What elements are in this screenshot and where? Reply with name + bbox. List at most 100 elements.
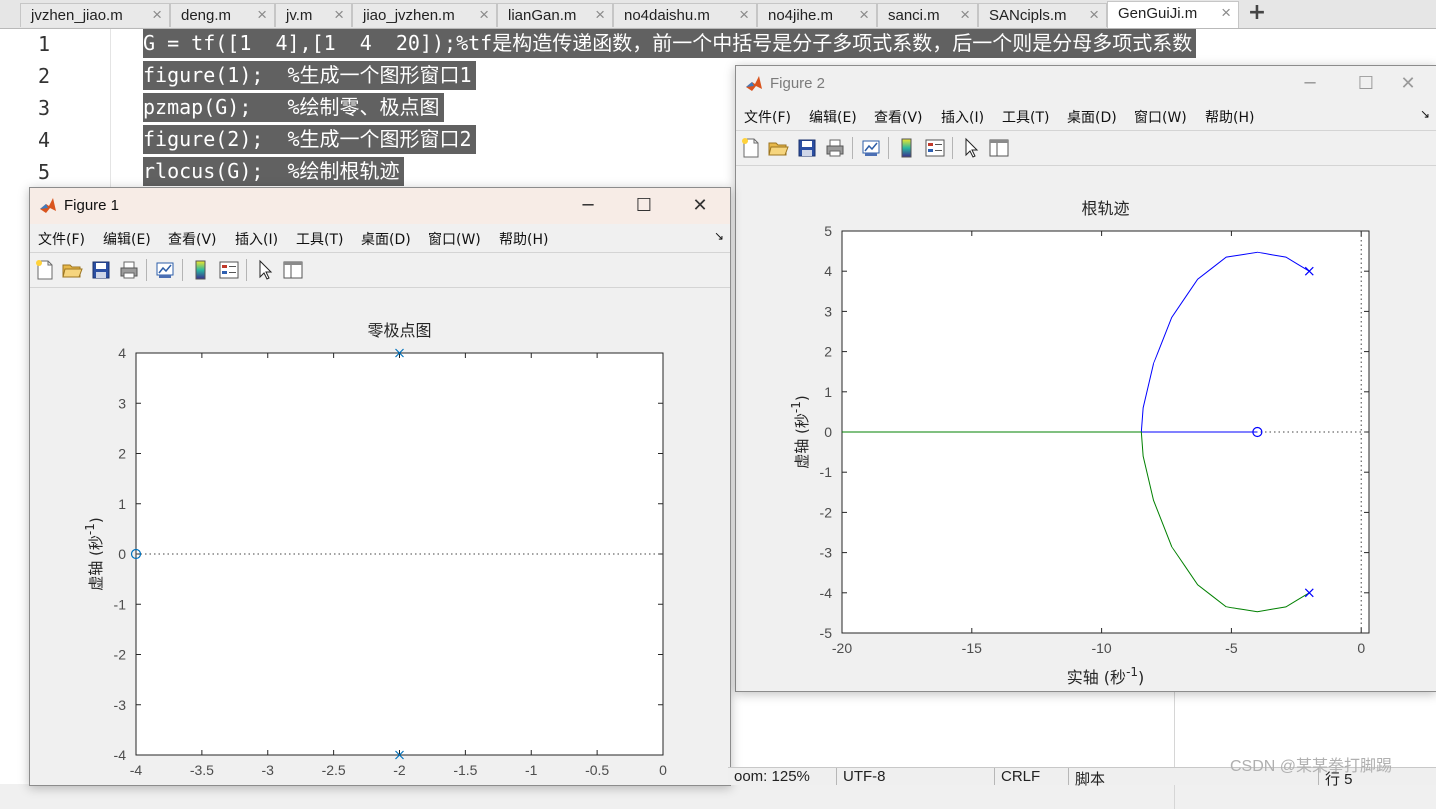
matlab-logo-icon [40, 198, 56, 213]
open-file-icon[interactable] [61, 259, 83, 281]
y-tick-label: -4 [114, 747, 127, 763]
menu-item[interactable]: 工具(T) [1002, 107, 1049, 127]
line-number: 2 [38, 64, 51, 88]
close-button[interactable]: ✕ [1386, 70, 1430, 98]
link-plot-icon[interactable] [154, 259, 176, 281]
line-ending[interactable]: CRLF [994, 768, 1040, 785]
menu-item[interactable]: 文件(F) [744, 107, 791, 127]
save-icon[interactable] [796, 137, 818, 159]
code-line[interactable]: pzmap(G); %绘制零、极点图 [143, 93, 444, 122]
close-tab-icon[interactable]: × [960, 5, 970, 25]
print-icon[interactable] [824, 137, 846, 159]
menu-item[interactable]: 工具(T) [296, 229, 343, 249]
menu-item[interactable]: 窗口(W) [1134, 107, 1187, 127]
encoding[interactable]: UTF-8 [836, 768, 886, 785]
y-tick-label: 0 [118, 546, 126, 562]
plot-axes-box [135, 352, 664, 756]
tab-label: sanci.m [888, 7, 940, 24]
editor-tab[interactable]: GenGuiJi.m × [1107, 1, 1239, 28]
new-figure-icon[interactable] [34, 259, 56, 281]
open-file-icon[interactable] [767, 137, 789, 159]
figure-2-titlebar[interactable]: Figure 2 ─ ☐ ✕ [736, 66, 1436, 102]
y-tick-label: 0 [824, 424, 832, 440]
tab-label: lianGan.m [508, 7, 577, 24]
menu-item[interactable]: 文件(F) [38, 229, 85, 249]
menu-item[interactable]: 查看(V) [874, 107, 923, 127]
editor-tab[interactable]: jv.m × [275, 3, 352, 27]
print-icon[interactable] [118, 259, 140, 281]
plot-title: 零极点图 [367, 321, 431, 340]
minimize-button[interactable]: ─ [1288, 70, 1332, 98]
plot-title: 根轨迹 [1081, 199, 1129, 218]
editor-tab[interactable]: jiao_jvzhen.m × [352, 3, 497, 27]
add-tab-button[interactable]: + [1242, 2, 1272, 26]
y-axis-label-tail: ) [793, 395, 811, 401]
close-button[interactable]: ✕ [678, 192, 722, 220]
menu-item[interactable]: 桌面(D) [361, 229, 411, 249]
pointer-icon[interactable] [960, 137, 982, 159]
menu-item[interactable]: 帮助(H) [499, 229, 548, 249]
colorbar-icon[interactable] [896, 137, 918, 159]
legend-icon[interactable] [924, 137, 946, 159]
line-number: 3 [38, 96, 51, 120]
editor-tab[interactable]: lianGan.m × [497, 3, 613, 27]
maximize-button[interactable]: ☐ [1344, 70, 1388, 98]
menu-item[interactable]: 桌面(D) [1067, 107, 1117, 127]
code-line[interactable]: figure(1); %生成一个图形窗口1 [143, 61, 476, 90]
menu-item[interactable]: 窗口(W) [428, 229, 481, 249]
menu-overflow-icon[interactable]: ↘ [714, 229, 724, 243]
link-plot-icon[interactable] [860, 137, 882, 159]
figure-1-menubar: 文件(F) 编辑(E) 查看(V) 插入(I) 工具(T) 桌面(D) 窗口(W) 帮助(H)… [30, 224, 730, 250]
x-axis-label-tail: ) [1138, 668, 1144, 687]
editor-tab[interactable]: sanci.m × [877, 3, 978, 27]
tab-label: SANcipls.m [989, 7, 1067, 24]
pointer-icon[interactable] [254, 259, 276, 281]
figure-1-titlebar[interactable]: Figure 1 ─ ☐ ✕ [30, 188, 730, 224]
close-tab-icon[interactable]: × [1221, 3, 1231, 23]
figure-1-window[interactable]: Figure 1 ─ ☐ ✕ 文件(F) 编辑(E) 查看(V) 插入(I) 工具(T)… [29, 187, 731, 786]
menu-item[interactable]: 查看(V) [168, 229, 217, 249]
editor-tab[interactable]: SANcipls.m × [978, 3, 1107, 27]
code-line[interactable]: figure(2); %生成一个图形窗口2 [143, 125, 476, 154]
menu-item[interactable]: 插入(I) [235, 229, 278, 249]
code-line[interactable]: rlocus(G); %绘制根轨迹 [143, 157, 404, 186]
root-locus-plot: 根轨迹-20 -15 -10 -5 0-5-4-3-2-1012345虚轴 (秒-1)实… [789, 199, 1370, 687]
line-number: 1 [38, 32, 51, 56]
menu-item[interactable]: 编辑(E) [809, 107, 857, 127]
colorbar-icon[interactable] [190, 259, 212, 281]
tab-label: jvzhen_jiao.m [31, 7, 123, 24]
tab-label: no4jihe.m [768, 7, 834, 24]
y-tick-label: -2 [114, 647, 127, 663]
close-tab-icon[interactable]: × [257, 5, 267, 25]
property-editor-icon[interactable] [282, 259, 304, 281]
editor-tab[interactable]: no4jihe.m × [757, 3, 877, 27]
minimize-button[interactable]: ─ [566, 192, 610, 220]
maximize-button[interactable]: ☐ [622, 192, 666, 220]
close-tab-icon[interactable]: × [859, 5, 869, 25]
y-axis-label: 虚轴 (秒-1) [789, 395, 811, 468]
y-tick-label: -3 [820, 545, 833, 561]
close-tab-icon[interactable]: × [479, 5, 489, 25]
figure-2-title: Figure 2 [770, 75, 826, 92]
new-figure-icon[interactable] [740, 137, 762, 159]
legend-icon[interactable] [218, 259, 240, 281]
editor-tab[interactable]: no4daishu.m × [613, 3, 757, 27]
tab-label: deng.m [181, 7, 232, 24]
menu-item[interactable]: 编辑(E) [103, 229, 151, 249]
close-tab-icon[interactable]: × [739, 5, 749, 25]
property-editor-icon[interactable] [988, 137, 1010, 159]
y-axis-label-text: 虚轴 (秒 [87, 535, 105, 591]
close-tab-icon[interactable]: × [152, 5, 162, 25]
menu-item[interactable]: 帮助(H) [1205, 107, 1254, 127]
close-tab-icon[interactable]: × [595, 5, 605, 25]
editor-tab[interactable]: jvzhen_jiao.m × [20, 3, 170, 27]
menu-item[interactable]: 插入(I) [941, 107, 984, 127]
menu-overflow-icon[interactable]: ↘ [1420, 107, 1430, 121]
figure-2-window[interactable]: Figure 2 ─ ☐ ✕ 文件(F) 编辑(E) 查看(V) 插入(I) 工具(T)… [735, 65, 1436, 692]
close-tab-icon[interactable]: × [334, 5, 344, 25]
save-icon[interactable] [90, 259, 112, 281]
editor-tab[interactable]: deng.m × [170, 3, 275, 27]
y-tick-label: 2 [118, 446, 126, 462]
close-tab-icon[interactable]: × [1089, 5, 1099, 25]
code-line[interactable]: G = tf([1 4],[1 4 20]);%tf是构造传递函数，前一个中括号… [143, 29, 1197, 58]
